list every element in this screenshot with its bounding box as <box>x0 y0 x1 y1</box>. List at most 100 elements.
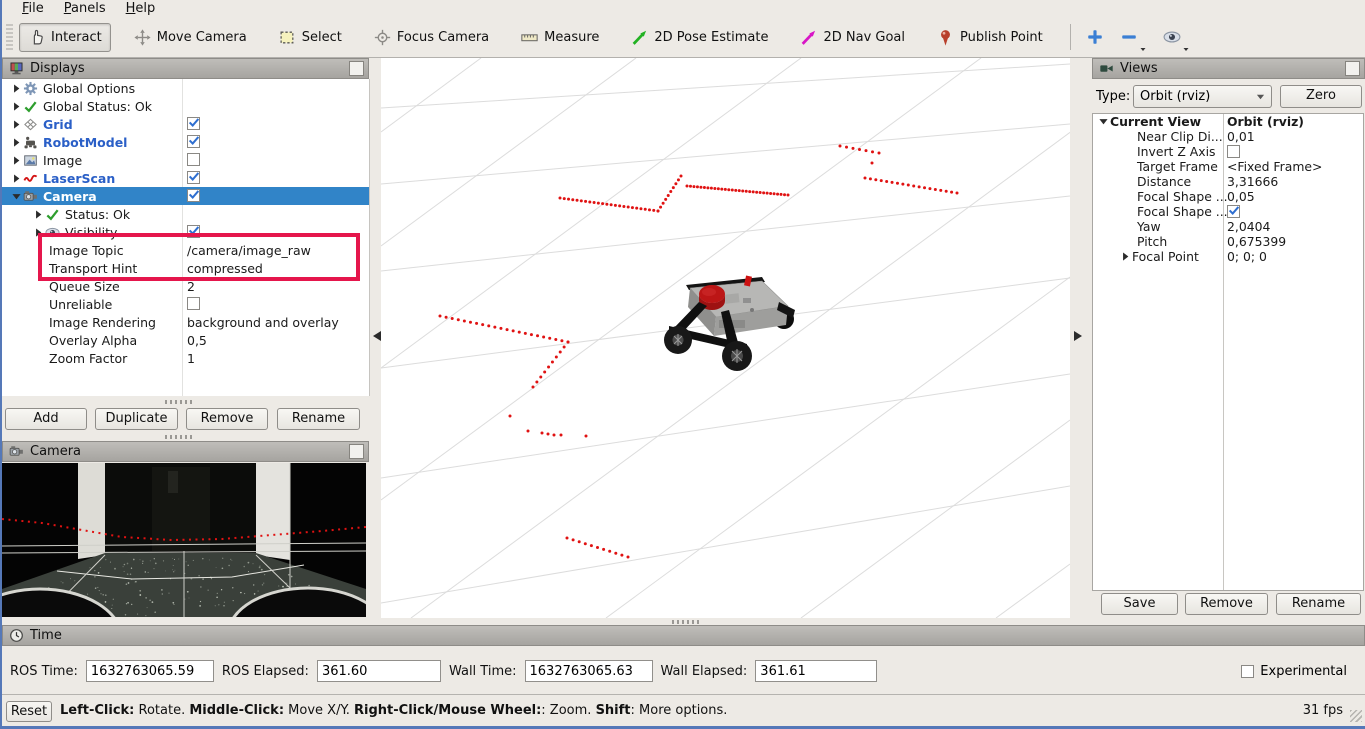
views-float-button[interactable] <box>1345 61 1360 76</box>
measure-tool-button[interactable]: Measure <box>512 23 608 52</box>
grid-checkbox[interactable] <box>187 117 200 130</box>
property-value[interactable]: 0; 0; 0 <box>1227 249 1267 264</box>
save-views-button[interactable]: Save <box>1101 593 1178 615</box>
visibility-eye-icon-button[interactable] <box>1160 25 1193 49</box>
property-value[interactable]: 0,05 <box>1227 189 1255 204</box>
tree-row-global-status-ok[interactable]: Global Status: Ok <box>2 97 369 115</box>
tree-row-distance[interactable]: Distance3,31666 <box>1093 174 1363 189</box>
reset-button[interactable]: Reset <box>6 701 52 722</box>
expand-expanded[interactable] <box>1097 115 1110 128</box>
panel-splitter[interactable] <box>165 435 195 439</box>
tree-row-target-frame[interactable]: Target Frame<Fixed Frame> <box>1093 159 1363 174</box>
2d-nav-goal-tool-button[interactable]: 2D Nav Goal <box>791 23 914 52</box>
expand-collapsed[interactable] <box>10 82 23 95</box>
property-value[interactable]: <Fixed Frame> <box>1227 159 1322 174</box>
panel-splitter[interactable] <box>165 400 195 404</box>
property-value[interactable]: 1 <box>187 351 195 366</box>
views-tree: Current ViewOrbit (rviz)Near Clip Di...0… <box>1092 113 1364 591</box>
robotmodel-checkbox[interactable] <box>187 135 200 148</box>
menu-item-panels[interactable]: Panels <box>54 1 116 16</box>
property-value[interactable]: 0,675399 <box>1227 234 1286 249</box>
menu-item-help[interactable]: Help <box>116 1 166 16</box>
property-value[interactable]: 3,31666 <box>1227 174 1278 189</box>
camera-panel-titlebar[interactable]: Camera <box>2 441 369 462</box>
tree-row-focal-shape[interactable]: Focal Shape ... <box>1093 204 1363 219</box>
tree-row-current-view[interactable]: Current ViewOrbit (rviz) <box>1093 114 1363 129</box>
remove-views-button[interactable]: Remove <box>1185 593 1268 615</box>
unreliable-checkbox[interactable] <box>187 297 200 310</box>
tree-row-image[interactable]: Image <box>2 151 369 169</box>
tree-row-focal-point[interactable]: Focal Point0; 0; 0 <box>1093 249 1363 264</box>
tree-row-global-options[interactable]: Global Options <box>2 79 369 97</box>
panel-splitter[interactable] <box>672 620 702 624</box>
tree-row-image-rendering[interactable]: Image Renderingbackground and overlay <box>2 313 369 331</box>
tree-row-overlay-alpha[interactable]: Overlay Alpha0,5 <box>2 331 369 349</box>
time-panel-titlebar[interactable]: Time <box>2 625 1365 646</box>
zoom-in-plus-icon-button[interactable] <box>1083 25 1107 49</box>
views-panel-titlebar[interactable]: Views <box>1092 58 1365 79</box>
tree-row-invert-z-axis[interactable]: Invert Z Axis <box>1093 144 1363 159</box>
expand-collapsed[interactable] <box>10 118 23 131</box>
camera-checkbox[interactable] <box>187 189 200 202</box>
tree-row-yaw[interactable]: Yaw2,0404 <box>1093 219 1363 234</box>
expand-collapsed[interactable] <box>10 100 23 113</box>
zero-button[interactable]: Zero <box>1280 85 1362 108</box>
tree-row-grid[interactable]: Grid <box>2 115 369 133</box>
ros-elapsed-input[interactable] <box>317 660 441 682</box>
expand-collapsed[interactable] <box>10 154 23 167</box>
tree-row-unreliable[interactable]: Unreliable <box>2 295 369 313</box>
focal-shape-checkbox[interactable] <box>1227 205 1240 218</box>
select-tool-button[interactable]: Select <box>270 23 351 52</box>
tree-row-focal-shape[interactable]: Focal Shape ...0,05 <box>1093 189 1363 204</box>
tree-row-camera[interactable]: Camera <box>2 187 369 205</box>
property-label: Unreliable <box>49 297 112 312</box>
displays-float-button[interactable] <box>349 61 364 76</box>
tree-row-status-ok[interactable]: Status: Ok <box>2 205 369 223</box>
ros-time-input[interactable] <box>86 660 214 682</box>
property-value[interactable]: 0,5 <box>187 333 207 348</box>
toolbar-drag-handle[interactable] <box>6 24 13 50</box>
move-camera-tool-button[interactable]: Move Camera <box>125 23 256 52</box>
publish-point-tool-button[interactable]: Publish Point <box>928 23 1052 52</box>
focus-camera-tool-button[interactable]: Focus Camera <box>365 23 498 52</box>
zoom-out-minus-icon <box>1120 28 1138 46</box>
expand-expanded[interactable] <box>10 190 23 203</box>
displays-panel-titlebar[interactable]: Displays <box>2 58 369 79</box>
laserscan-checkbox[interactable] <box>187 171 200 184</box>
rename-button[interactable]: Rename <box>277 408 360 430</box>
property-value[interactable]: Orbit (rviz) <box>1227 114 1304 129</box>
property-value[interactable]: 0,01 <box>1227 129 1255 144</box>
wall-time-input[interactable] <box>525 660 653 682</box>
menu-item-file[interactable]: File <box>12 1 54 16</box>
expand-collapsed[interactable] <box>1119 250 1132 263</box>
time-field-label: Wall Time: <box>449 664 517 679</box>
2d-pose-estimate-tool-button[interactable]: 2D Pose Estimate <box>622 23 777 52</box>
tree-row-zoom-factor[interactable]: Zoom Factor1 <box>2 349 369 367</box>
image-checkbox[interactable] <box>187 153 200 166</box>
tool-label: 2D Pose Estimate <box>654 30 768 45</box>
3d-viewport[interactable] <box>381 58 1070 618</box>
interact-tool-button[interactable]: Interact <box>19 23 111 52</box>
collapse-right-arrow[interactable] <box>1073 330 1083 342</box>
resize-grip[interactable] <box>1350 710 1362 722</box>
rename-views-button[interactable]: Rename <box>1276 593 1361 615</box>
property-value[interactable]: background and overlay <box>187 315 339 330</box>
add-button[interactable]: Add <box>5 408 87 430</box>
expand-collapsed[interactable] <box>32 208 45 221</box>
expand-collapsed[interactable] <box>10 172 23 185</box>
tree-row-laserscan[interactable]: LaserScan <box>2 169 369 187</box>
duplicate-button[interactable]: Duplicate <box>95 408 178 430</box>
remove-button[interactable]: Remove <box>186 408 268 430</box>
tree-row-near-clip-di[interactable]: Near Clip Di...0,01 <box>1093 129 1363 144</box>
experimental-checkbox[interactable] <box>1241 665 1254 678</box>
zoom-out-minus-icon-button[interactable] <box>1117 25 1150 49</box>
view-type-combobox[interactable]: Orbit (rviz) <box>1133 85 1272 108</box>
collapse-left-arrow[interactable] <box>372 330 382 342</box>
tree-row-pitch[interactable]: Pitch0,675399 <box>1093 234 1363 249</box>
property-value[interactable]: 2,0404 <box>1227 219 1270 234</box>
expand-collapsed[interactable] <box>10 136 23 149</box>
tree-row-robotmodel[interactable]: RobotModel <box>2 133 369 151</box>
camera-float-button[interactable] <box>349 444 364 459</box>
invert-z-axis-checkbox[interactable] <box>1227 145 1240 158</box>
wall-elapsed-input[interactable] <box>755 660 877 682</box>
